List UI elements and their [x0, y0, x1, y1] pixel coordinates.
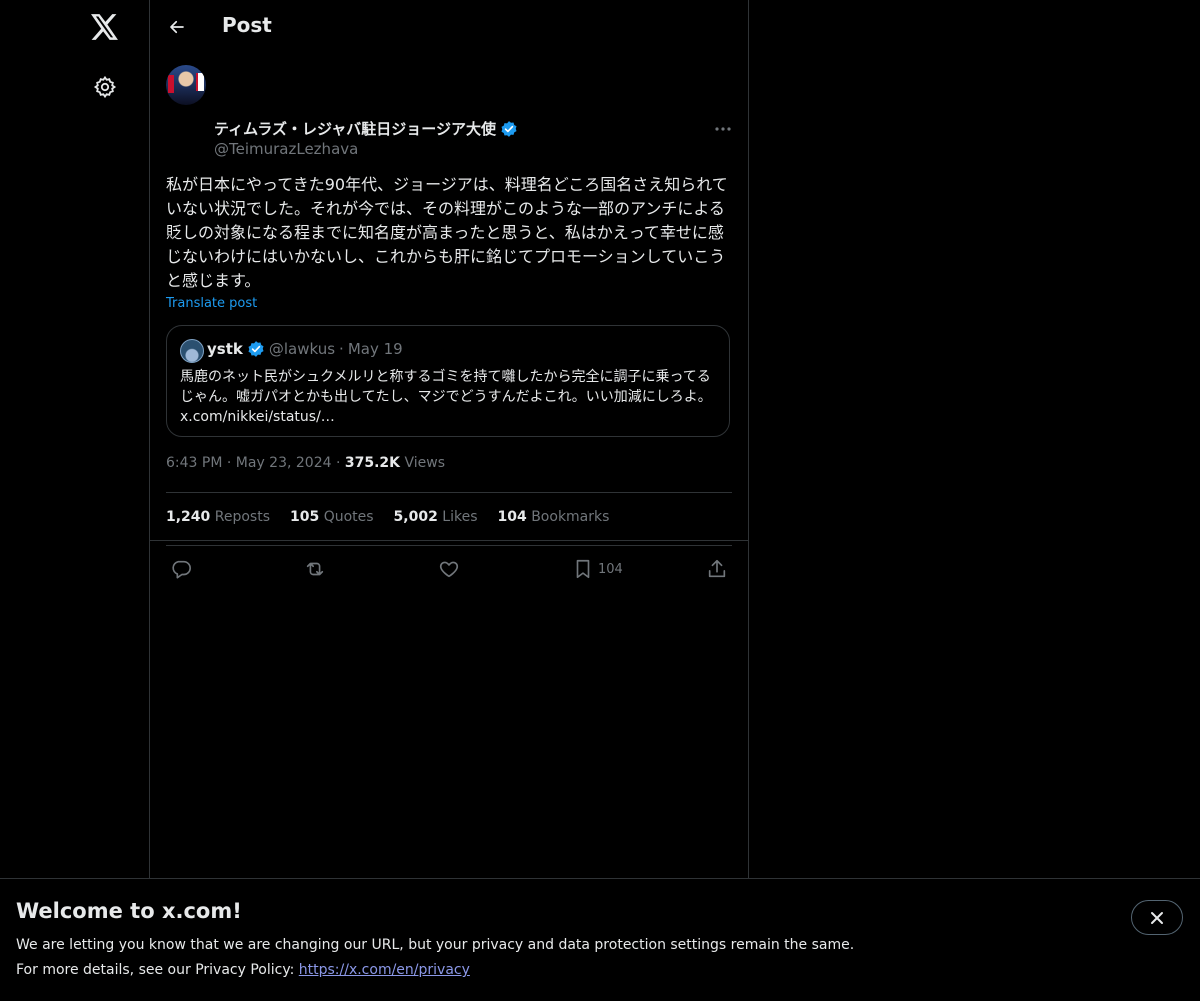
main-column: Post ティムラズ・レジャバ駐日ジョージア大使 @TeimurazLezhav… [149, 0, 749, 1000]
likes-label: Likes [442, 509, 478, 525]
verified-badge-icon [501, 120, 517, 137]
post: ティムラズ・レジャバ駐日ジョージア大使 @TeimurazLezhava 私が日… [150, 54, 748, 579]
quoted-avatar [180, 339, 204, 363]
meta-separator: · [335, 455, 341, 471]
reply-button[interactable] [170, 556, 192, 582]
share-icon [708, 559, 726, 578]
post-stats: 1,240 Reposts 105 Quotes 5,002 Likes 104… [166, 509, 609, 525]
privacy-policy-link[interactable]: https://x.com/en/privacy [299, 962, 470, 978]
author-handle[interactable]: @TeimurazLezhava [214, 140, 358, 158]
like-icon [439, 561, 459, 578]
author-name-row[interactable]: ティムラズ・レジャバ駐日ジョージア大使 [214, 118, 518, 139]
reply-icon [172, 560, 191, 579]
views-count: 375.2K [344, 455, 401, 471]
author-name: ティムラズ・レジャバ駐日ジョージア大使 [214, 120, 497, 138]
banner-privacy-line: For more details, see our Privacy Policy… [16, 962, 470, 978]
reposts-count: 1,240 [166, 509, 211, 525]
gear-icon[interactable] [90, 72, 120, 102]
quotes-count: 105 [290, 509, 320, 525]
quotes-label: Quotes [323, 509, 374, 525]
close-icon [1151, 911, 1163, 924]
repost-button[interactable] [304, 556, 326, 582]
likes-stat[interactable]: 5,002 Likes [394, 509, 478, 525]
avatar[interactable] [166, 65, 206, 105]
quoted-name: ystk [207, 340, 243, 358]
bookmarks-stat[interactable]: 104 Bookmarks [498, 509, 610, 525]
post-date[interactable]: May 23, 2024 [236, 455, 332, 471]
meta-separator: · [226, 455, 232, 471]
page-header: Post [150, 0, 748, 54]
repost-icon [306, 562, 324, 576]
quoted-date: May 19 [347, 340, 403, 358]
quoted-separator: · [339, 340, 344, 358]
like-button[interactable] [438, 556, 460, 582]
welcome-banner: Welcome to x.com! We are letting you kno… [0, 878, 1200, 1001]
bookmark-button[interactable]: 104 [572, 556, 623, 582]
action-bar: 104 [166, 556, 732, 582]
post-meta: 6:43 PM · May 23, 2024 · 375.2K Views [166, 455, 445, 471]
quoted-header: ystk @lawkus · May 19 [207, 340, 403, 358]
bookmark-count: 104 [598, 561, 623, 577]
quotes-stat[interactable]: 105 Quotes [290, 509, 374, 525]
likes-count: 5,002 [393, 509, 438, 525]
views-label: Views [404, 455, 446, 471]
back-arrow-icon[interactable] [164, 14, 190, 40]
bookmark-icon [576, 559, 590, 579]
divider [166, 545, 732, 546]
divider [166, 492, 732, 493]
post-time[interactable]: 6:43 PM [166, 455, 222, 471]
page-title: Post [222, 13, 272, 37]
banner-message: We are letting you know that we are chan… [16, 937, 855, 953]
bookmarks-count: 104 [497, 509, 527, 525]
sidebar [0, 0, 149, 1000]
close-banner-button[interactable] [1131, 900, 1183, 935]
post-text: 私が日本にやってきた90年代、ジョージアは、料理名どころ国名さえ知られていない状… [166, 175, 728, 290]
x-logo-icon[interactable] [90, 12, 120, 42]
quoted-text: 馬鹿のネット民がシュクメルリと称するゴミを持て囃したから完全に調子に乗ってるじゃ… [180, 369, 712, 425]
quoted-post[interactable]: ystk @lawkus · May 19 馬鹿のネット民がシュクメルリと称する… [166, 325, 730, 437]
translate-post-link[interactable]: Translate post [166, 296, 257, 311]
reposts-stat[interactable]: 1,240 Reposts [166, 509, 270, 525]
share-button[interactable] [706, 556, 728, 582]
verified-badge-icon [248, 341, 264, 357]
reposts-label: Reposts [214, 509, 270, 525]
banner-title: Welcome to x.com! [16, 899, 242, 923]
bookmarks-label: Bookmarks [531, 509, 610, 525]
more-icon[interactable] [712, 118, 734, 140]
banner-privacy-prefix: For more details, see our Privacy Policy… [16, 962, 299, 978]
quoted-handle: @lawkus [268, 340, 336, 358]
